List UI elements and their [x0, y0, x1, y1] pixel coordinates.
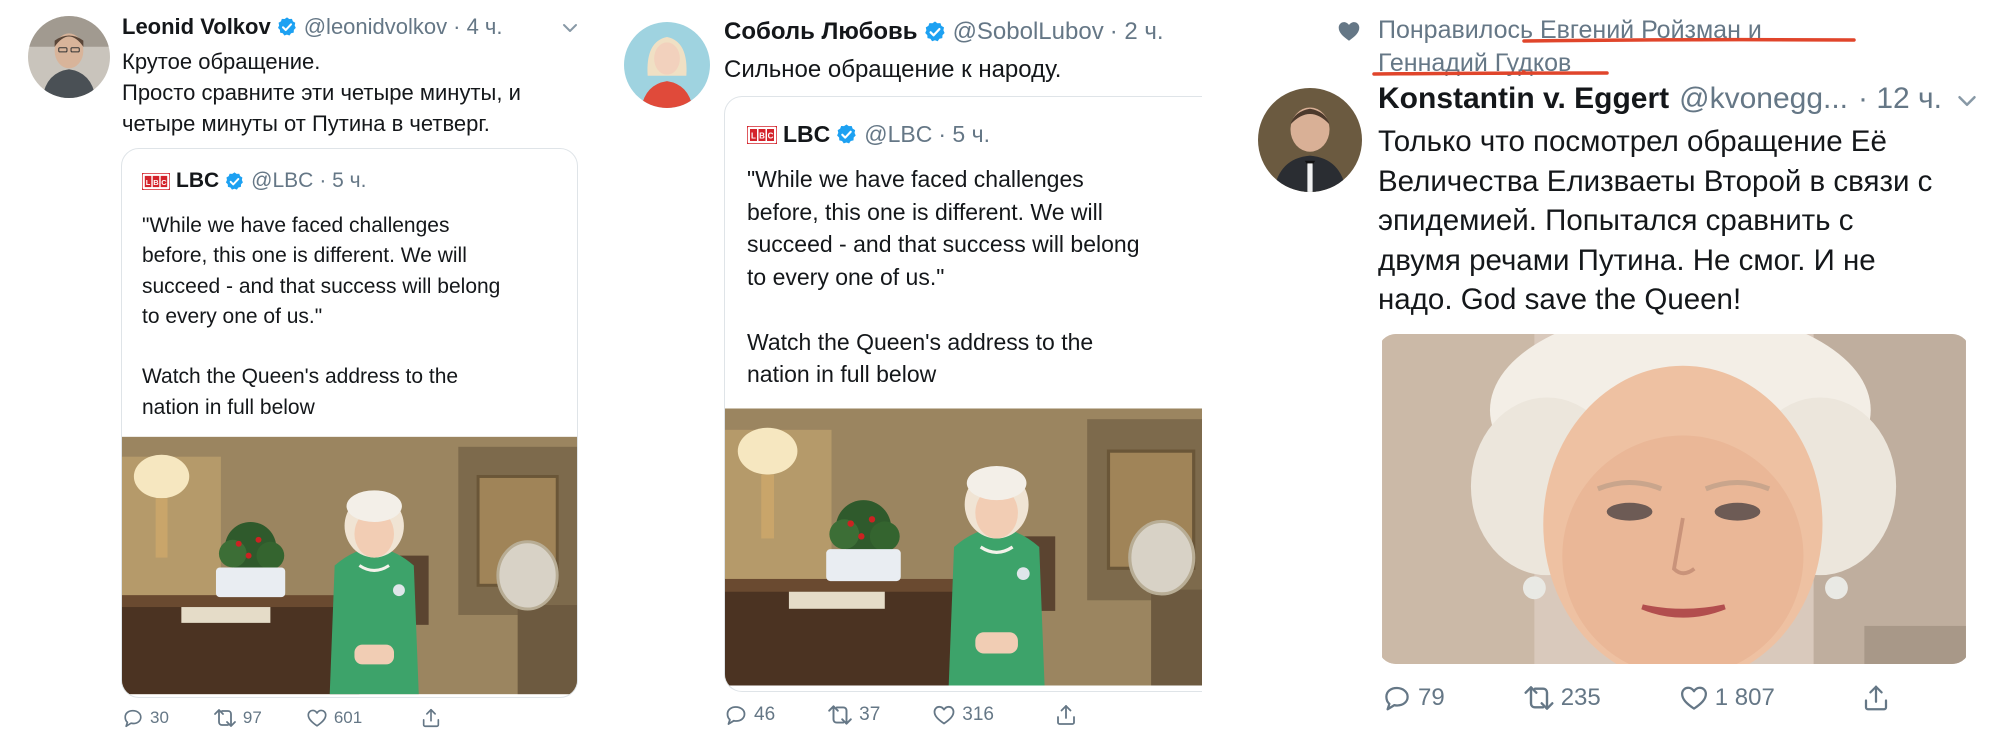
like-icon — [932, 703, 956, 727]
quote-author-handle: @LBC — [251, 169, 314, 192]
quote-author-name: LBC — [783, 121, 831, 147]
avatar[interactable] — [1258, 88, 1362, 192]
reply-icon — [122, 707, 144, 729]
retweet-button[interactable]: 37 — [827, 702, 880, 728]
retweet-button[interactable]: 97 — [213, 706, 262, 730]
quote-header: LBC @LBC · 5 ч. — [142, 169, 366, 193]
verified-badge-icon — [923, 20, 947, 44]
share-button[interactable] — [420, 707, 442, 729]
heart-icon — [1336, 18, 1362, 44]
like-count: 1 807 — [1714, 684, 1775, 711]
tweet-sobol: Соболь Любовь @SobolLubov · 2 ч. Сильное… — [612, 0, 1202, 740]
tweet-media-image[interactable] — [1378, 334, 1970, 664]
retweet-count: 97 — [242, 708, 262, 727]
like-button[interactable]: 601 — [306, 707, 362, 729]
tweet-time[interactable]: · 2 ч. — [1110, 18, 1164, 46]
red-underline-annotation-2 — [1372, 71, 1609, 76]
tweet-text: Только что посмотрел обращение Её Величе… — [1378, 125, 1933, 316]
avatar[interactable] — [28, 16, 110, 98]
quote-time: · 5 ч. — [319, 169, 367, 192]
verified-badge-icon — [276, 16, 298, 38]
share-button[interactable] — [1054, 703, 1078, 727]
quote-author-name: LBC — [176, 169, 220, 192]
like-count: 316 — [962, 704, 994, 725]
author-name[interactable]: Leonid Volkov — [122, 14, 271, 40]
queen-portrait-photo — [1378, 334, 1970, 664]
quote-time: · 5 ч. — [938, 121, 990, 147]
author-handle[interactable]: @SobolLubov — [953, 18, 1104, 46]
tweet-actions: 79 235 1 807 — [1382, 682, 1891, 714]
tweet-actions: 46 37 316 — [724, 702, 1078, 728]
tweet-actions: 30 97 601 — [122, 706, 442, 730]
reply-button[interactable]: 79 — [1382, 683, 1445, 713]
chevron-down-icon[interactable] — [558, 16, 582, 40]
quote-media-image[interactable] — [122, 434, 577, 697]
share-icon — [1054, 703, 1078, 727]
tweet-text: Крутое обращение. Просто сравните эти че… — [122, 49, 521, 136]
avatar[interactable] — [624, 22, 710, 108]
tweet-volkov: Leonid Volkov @leonidvolkov · 4 ч. Круто… — [0, 0, 610, 740]
quote-header: LBC @LBC · 5 ч. — [747, 121, 990, 148]
like-count: 601 — [333, 708, 363, 727]
verified-badge-icon — [224, 171, 245, 192]
tweet-time[interactable]: · 4 ч. — [453, 14, 502, 40]
share-icon — [1861, 683, 1891, 713]
tweet-header: Leonid Volkov @leonidvolkov · 4 ч. — [122, 14, 503, 40]
author-handle[interactable]: @leonidvolkov — [304, 14, 447, 40]
author-handle[interactable]: @kvonegg... — [1679, 82, 1848, 116]
quote-text: "While we have faced challenges before, … — [142, 214, 501, 419]
author-name[interactable]: Konstantin v. Eggert — [1378, 82, 1669, 116]
verified-badge-icon — [835, 123, 858, 146]
avatar-image — [28, 16, 110, 98]
queen-address-photo — [725, 407, 1202, 687]
quote-text: "While we have faced challenges before, … — [747, 166, 1140, 387]
tweet-text: Сильное обращение к народу. — [724, 56, 1062, 83]
quote-media-image[interactable] — [725, 407, 1202, 687]
reply-button[interactable]: 46 — [724, 703, 775, 727]
like-icon — [306, 707, 328, 729]
tweet-header: Konstantin v. Eggert @kvonegg... · 12 ч. — [1378, 82, 1942, 116]
retweet-button[interactable]: 235 — [1523, 682, 1601, 714]
tweet-header: Соболь Любовь @SobolLubov · 2 ч. — [724, 18, 1164, 46]
retweet-count: 235 — [1560, 684, 1601, 711]
reply-count: 30 — [150, 708, 169, 727]
quoted-tweet[interactable]: LBC @LBC · 5 ч. "While we have faced cha… — [724, 96, 1202, 692]
reply-icon — [1382, 683, 1412, 713]
like-button[interactable]: 316 — [932, 703, 994, 727]
like-button[interactable]: 1 807 — [1679, 683, 1775, 713]
tweet-time[interactable]: · 12 ч. — [1858, 82, 1942, 116]
like-icon — [1679, 683, 1709, 713]
author-name[interactable]: Соболь Любовь — [724, 18, 918, 46]
retweet-count: 37 — [859, 704, 881, 725]
lbc-logo-icon — [747, 126, 777, 144]
share-button[interactable] — [1861, 683, 1891, 713]
reply-button[interactable]: 30 — [122, 707, 169, 729]
retweet-icon — [213, 706, 237, 730]
avatar-image — [624, 22, 710, 108]
chevron-down-icon[interactable] — [1952, 86, 1982, 116]
lbc-logo-icon — [142, 173, 170, 190]
retweet-icon — [1523, 682, 1555, 714]
queen-address-photo — [122, 434, 577, 697]
reply-count: 79 — [1418, 684, 1445, 711]
quote-author-handle: @LBC — [864, 121, 933, 147]
quoted-tweet[interactable]: LBC @LBC · 5 ч. "While we have faced cha… — [121, 148, 578, 698]
avatar-image — [1258, 88, 1362, 192]
retweet-icon — [827, 702, 853, 728]
reply-icon — [724, 703, 748, 727]
reply-count: 46 — [754, 704, 776, 725]
share-icon — [420, 707, 442, 729]
tweet-eggert: Понравилось Евгений Ройзман и Геннадий Г… — [1222, 0, 2000, 740]
